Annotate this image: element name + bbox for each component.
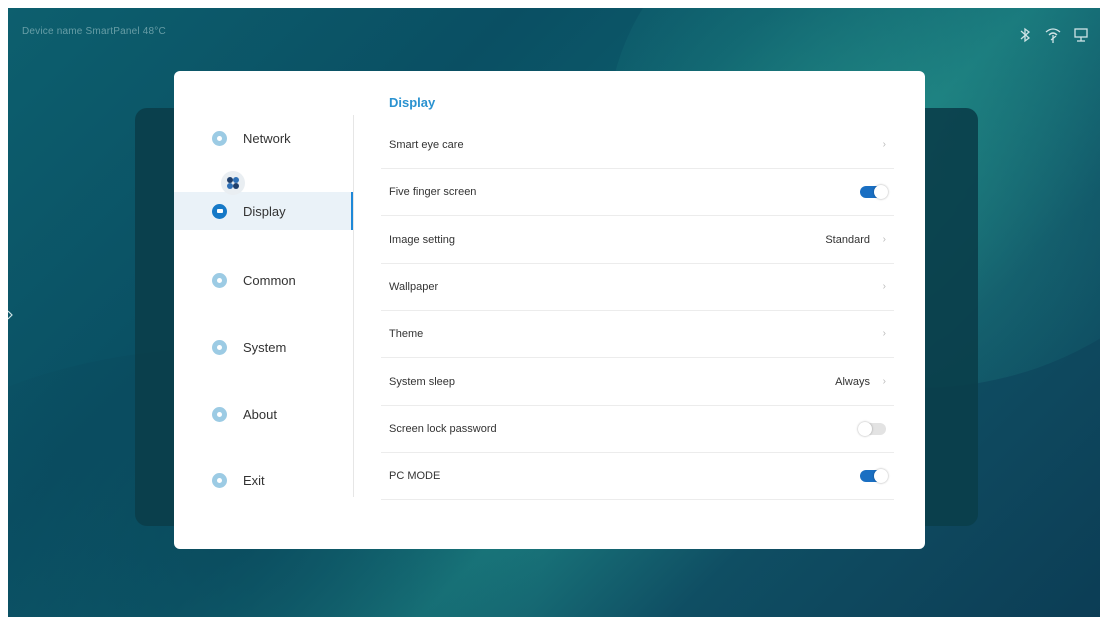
sidebar-item-label: System [243,339,287,355]
setting-label: Wallpaper [389,280,439,293]
screen-share-icon[interactable] [1072,26,1090,44]
about-icon [212,406,227,422]
display-icon [212,203,227,219]
screen-lock-password-toggle[interactable] [858,421,886,436]
sidebar-item-system[interactable]: System [174,328,354,366]
toggle-knob [874,468,888,483]
setting-label: Five finger screen [389,185,477,198]
chevron-right-icon: › [882,139,886,150]
setting-label: Screen lock password [389,422,497,435]
setting-label: PC MODE [389,469,441,482]
sidebar-item-label: Exit [243,472,265,488]
setting-value: Always [835,375,870,388]
device-status-text: Device name SmartPanel 48°C [22,26,166,37]
sidebar-item-label: About [243,406,277,422]
common-icon [212,272,227,288]
setting-row-screen-lock-password: Screen lock password [381,405,894,453]
sidebar-item-network[interactable]: Network [174,119,354,157]
setting-row-theme[interactable]: Theme › [381,310,894,358]
setting-row-image-setting[interactable]: Image setting Standard › [381,216,894,264]
sidebar-divider [353,115,354,497]
wifi-icon[interactable] [1044,26,1062,44]
edge-handle-icon[interactable] [8,308,14,320]
network-icon [212,130,227,146]
five-finger-screen-toggle[interactable] [860,184,888,199]
sidebar-item-exit[interactable]: Exit [174,461,354,499]
toggle-knob [858,421,872,436]
sidebar-item-display[interactable]: Display [174,192,354,230]
assistive-touch-icon[interactable] [221,171,245,195]
page-title: Display [389,95,436,110]
system-tray [1016,26,1090,44]
sidebar-item-common[interactable]: Common [174,261,354,299]
chevron-right-icon: › [882,376,886,387]
sidebar-item-about[interactable]: About [174,395,354,433]
bluetooth-icon[interactable] [1016,26,1034,44]
setting-row-five-finger-screen: Five finger screen [381,168,894,216]
chevron-right-icon: › [882,328,886,339]
exit-icon [212,472,227,488]
chevron-right-icon: › [882,234,886,245]
sidebar-item-label: Common [243,272,296,288]
toggle-knob [874,184,888,199]
setting-value: Standard [825,233,870,246]
setting-label: Smart eye care [389,138,464,151]
setting-label: Theme [389,327,424,340]
setting-row-pc-mode: PC MODE [381,452,894,500]
setting-label: Image setting [389,233,456,246]
settings-dialog: Network Display Common System About Exit [174,71,925,549]
setting-row-smart-eye-care[interactable]: Smart eye care › [381,121,894,169]
chevron-right-icon: › [882,281,886,292]
setting-label: System sleep [389,375,456,388]
sidebar-item-label: Network [243,130,291,146]
pc-mode-toggle[interactable] [860,468,888,483]
setting-row-wallpaper[interactable]: Wallpaper › [381,263,894,311]
sidebar-item-label: Display [243,203,286,219]
system-icon [212,339,227,355]
setting-row-system-sleep[interactable]: System sleep Always › [381,358,894,406]
